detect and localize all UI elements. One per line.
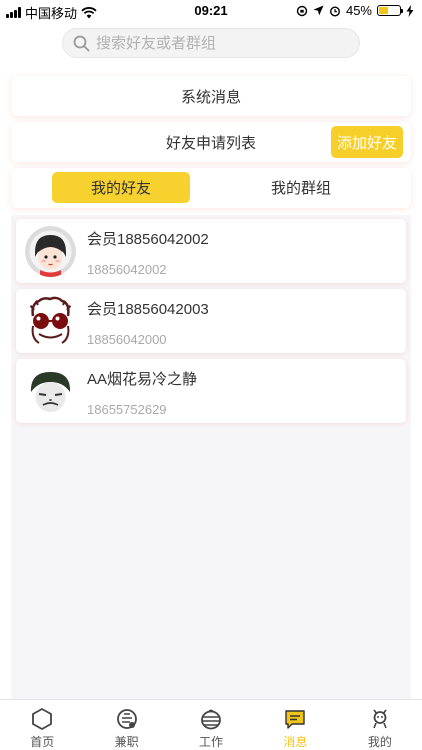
status-right: 45% — [296, 3, 414, 18]
search-bar[interactable] — [62, 28, 360, 58]
meme-avatar — [25, 366, 76, 417]
nav-work[interactable]: 工作 — [169, 700, 253, 750]
status-bar: 中国移动 09:21 45% — [0, 0, 422, 22]
battery-fill — [379, 7, 388, 14]
nav-messages[interactable]: 消息 — [253, 700, 337, 750]
tab-my-friends[interactable]: 我的好友 — [52, 172, 190, 203]
friend-list-area — [11, 215, 411, 700]
profile-robot-icon — [373, 709, 387, 729]
system-messages-label: 系统消息 — [180, 88, 241, 106]
orientation-lock-icon — [296, 5, 308, 16]
friend-item[interactable]: 会员18856042002 18856042002 — [16, 219, 406, 283]
friend-requests-card[interactable]: 好友申请列表 添加好友 — [11, 122, 411, 162]
nav-home-label: 首页 — [30, 735, 55, 749]
add-friend-button[interactable]: 添加好友 — [331, 126, 403, 158]
message-icon — [285, 710, 306, 729]
friend-name: AA烟花易冷之静 — [87, 371, 198, 388]
parttime-icon — [116, 709, 137, 729]
friend-id: 18856042000 — [87, 332, 167, 347]
nav-parttime[interactable]: 兼职 — [84, 700, 168, 750]
home-hexagon-icon — [32, 708, 53, 730]
work-icon — [201, 709, 221, 730]
location-icon — [313, 5, 324, 16]
search-icon — [73, 35, 90, 51]
glasses-avatar — [25, 296, 76, 347]
charging-bolt-icon — [406, 4, 414, 17]
nav-work-label: 工作 — [199, 735, 224, 749]
system-messages-card[interactable]: 系统消息 — [11, 76, 411, 116]
friend-name: 会员18856042002 — [87, 231, 209, 248]
battery-percent: 45% — [345, 3, 372, 18]
friend-id: 18856042002 — [87, 262, 167, 277]
nav-profile[interactable]: 我的 — [338, 700, 422, 750]
girl-avatar — [25, 226, 76, 277]
friend-name: 会员18856042003 — [87, 301, 209, 318]
friend-requests-label: 好友申请列表 — [165, 134, 256, 152]
friends-groups-tabs: 我的好友 我的群组 — [11, 168, 411, 208]
nav-home[interactable]: 首页 — [0, 700, 84, 750]
friend-item[interactable]: AA烟花易冷之静 18655752629 — [16, 359, 406, 423]
battery-icon — [377, 5, 403, 16]
nav-messages-label: 消息 — [283, 735, 308, 749]
bottom-nav: 首页 兼职 工作 消息 我的 — [0, 699, 422, 750]
search-input[interactable] — [96, 34, 336, 52]
nav-parttime-label: 兼职 — [114, 735, 139, 749]
alarm-icon — [329, 5, 340, 17]
tab-my-groups[interactable]: 我的群组 — [221, 172, 381, 203]
friend-item[interactable]: 会员18856042003 18856042000 — [16, 289, 406, 353]
friend-id: 18655752629 — [87, 402, 167, 417]
nav-profile-label: 我的 — [367, 735, 392, 749]
